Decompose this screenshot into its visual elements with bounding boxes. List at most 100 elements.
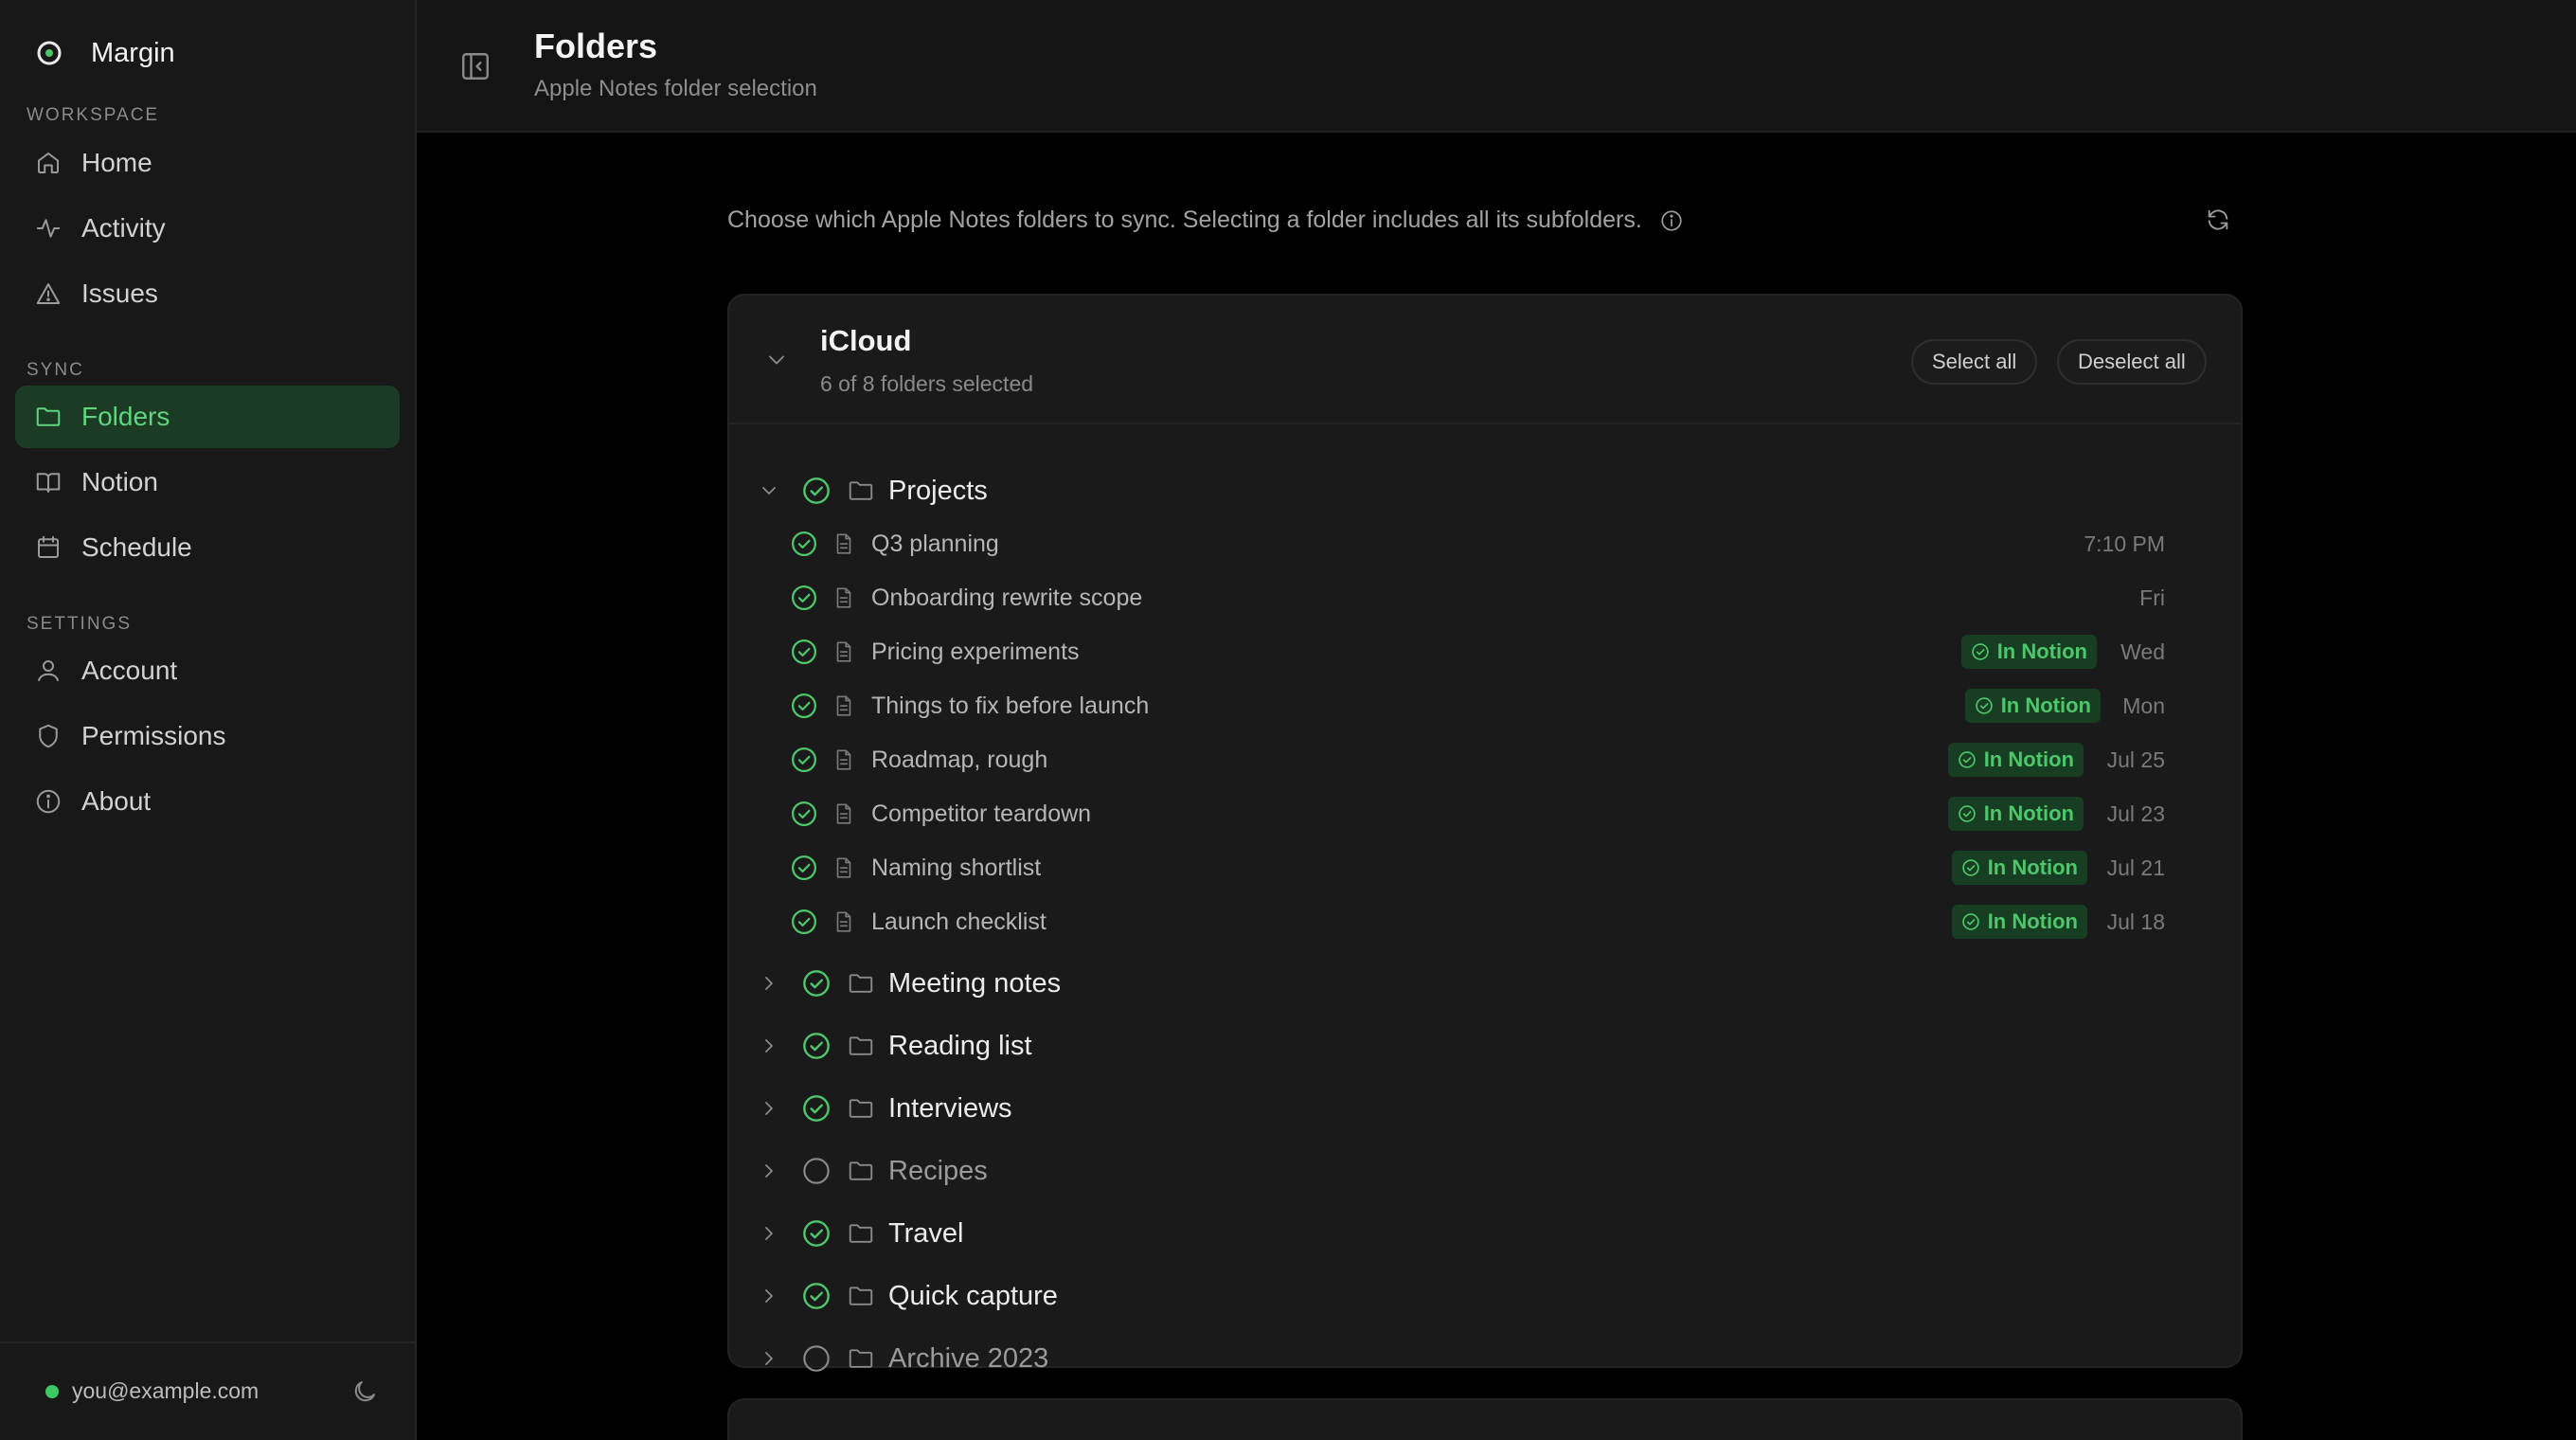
page-title: Folders [534, 27, 658, 65]
document-icon [836, 803, 851, 824]
note-title: Launch checklist [871, 908, 1046, 935]
intro-label: Choose which Apple Notes folders to sync… [727, 207, 1642, 233]
check-circle-icon[interactable] [790, 530, 818, 558]
folder-name: Reading list [888, 1030, 1032, 1061]
check-circle-icon[interactable] [801, 1281, 832, 1311]
folder-row-reading-list[interactable]: Reading list [729, 1019, 2241, 1072]
chevron-down-icon[interactable] [763, 347, 790, 373]
folder-name: Projects [888, 475, 988, 506]
folder-icon [849, 1099, 873, 1118]
folder-row-quick-capture[interactable]: Quick capture [729, 1269, 2241, 1323]
chevron-right-icon[interactable] [758, 1222, 780, 1245]
check-circle-icon[interactable] [790, 638, 818, 666]
check-circle-icon[interactable] [790, 584, 818, 612]
note-date: Jul 23 [2106, 801, 2165, 826]
page-header: Folders Apple Notes folder selection [417, 0, 2576, 133]
folder-icon [36, 407, 61, 426]
chevron-right-icon[interactable] [758, 1347, 780, 1370]
badge-label: In Notion [1996, 639, 2087, 663]
sidebar-toggle-icon[interactable] [458, 49, 492, 83]
note-date: Mon [2122, 693, 2165, 718]
sidebar-item-label: Notion [81, 467, 158, 496]
sidebar-item-home[interactable]: Home [15, 132, 400, 194]
chevron-right-icon[interactable] [758, 1160, 780, 1182]
note-date: Fri [2139, 585, 2165, 610]
folder-row-archive-2023[interactable]: Archive 2023 [729, 1332, 2241, 1385]
note-row[interactable]: Q3 planning 7:10 PM [729, 519, 2241, 568]
empty-circle-icon[interactable] [801, 1343, 832, 1374]
sidebar-item-about[interactable]: About [15, 770, 400, 833]
section-label-workspace: WORKSPACE [27, 105, 160, 125]
online-status-dot [45, 1385, 59, 1398]
check-circle-icon[interactable] [801, 1218, 832, 1249]
folder-row-travel[interactable]: Travel [729, 1207, 2241, 1260]
note-row[interactable]: Launch checklist In Notion Jul 18 [729, 897, 2241, 946]
chevron-right-icon[interactable] [758, 1035, 780, 1057]
folder-row-meeting-notes[interactable]: Meeting notes [729, 957, 2241, 1010]
refresh-icon[interactable] [2205, 207, 2231, 233]
folder-row-recipes[interactable]: Recipes [729, 1144, 2241, 1197]
badge-label: In Notion [1983, 801, 2074, 825]
sidebar-footer: you@example.com [0, 1341, 415, 1440]
folder-row-interviews[interactable]: Interviews [729, 1082, 2241, 1135]
page-subtitle: Apple Notes folder selection [534, 76, 817, 101]
margin-logo-icon [37, 41, 62, 65]
note-row[interactable]: Things to fix before launch In Notion Mo… [729, 681, 2241, 730]
sidebar-item-folders[interactable]: Folders [15, 386, 400, 448]
sidebar-item-schedule[interactable]: Schedule [15, 516, 400, 579]
check-circle-icon[interactable] [790, 800, 818, 828]
folder-row-projects[interactable]: Projects [729, 464, 2241, 517]
empty-circle-icon[interactable] [801, 1156, 832, 1186]
chevron-down-icon[interactable] [758, 479, 780, 502]
document-icon [836, 641, 851, 662]
sidebar-item-activity[interactable]: Activity [15, 197, 400, 260]
book-icon [36, 473, 61, 493]
folder-icon [849, 1036, 873, 1055]
note-row[interactable]: Competitor teardown In Notion Jul 23 [729, 789, 2241, 838]
folder-icon [849, 481, 873, 500]
select-all-button[interactable]: Select all [1911, 339, 2038, 385]
check-circle-icon[interactable] [790, 854, 818, 882]
folder-name: Interviews [888, 1092, 1012, 1124]
document-icon [836, 695, 851, 716]
sidebar-item-account[interactable]: Account [15, 639, 400, 702]
document-icon [836, 749, 851, 770]
chevron-right-icon[interactable] [758, 972, 780, 995]
user-email[interactable]: you@example.com [72, 1378, 259, 1404]
note-title: Q3 planning [871, 530, 999, 557]
check-circle-icon[interactable] [801, 968, 832, 999]
sidebar-item-notion[interactable]: Notion [15, 451, 400, 513]
check-circle-icon [1961, 859, 1979, 876]
sidebar-item-label: Account [81, 656, 178, 685]
note-title: Roadmap, rough [871, 746, 1048, 773]
note-row[interactable]: Pricing experiments In Notion Wed [729, 627, 2241, 676]
folder-name: Recipes [888, 1155, 988, 1186]
moon-icon[interactable] [350, 1377, 379, 1406]
note-row[interactable]: Naming shortlist In Notion Jul 21 [729, 843, 2241, 892]
check-circle-icon[interactable] [790, 746, 818, 774]
sidebar: Margin WORKSPACE Home Activity Issues SY… [0, 0, 417, 1440]
check-circle-icon[interactable] [801, 476, 832, 506]
chevron-right-icon[interactable] [758, 1097, 780, 1120]
check-circle-icon[interactable] [790, 908, 818, 936]
brand[interactable]: Margin [34, 34, 175, 72]
folder-icon [849, 1349, 873, 1368]
document-icon [836, 587, 851, 608]
note-date: Jul 21 [2106, 855, 2165, 880]
sidebar-item-issues[interactable]: Issues [15, 262, 400, 325]
in-notion-badge: In Notion [1947, 743, 2084, 777]
home-icon [38, 153, 59, 173]
check-circle-icon[interactable] [801, 1093, 832, 1124]
note-row[interactable]: Onboarding rewrite scope Fri [729, 573, 2241, 622]
user-icon [38, 660, 59, 681]
deselect-all-button[interactable]: Deselect all [2057, 339, 2207, 385]
info-icon[interactable] [1659, 208, 1684, 233]
document-icon [836, 857, 851, 878]
folder-icon [849, 1161, 873, 1180]
check-circle-icon[interactable] [790, 692, 818, 720]
sidebar-item-permissions[interactable]: Permissions [15, 705, 400, 767]
chevron-right-icon[interactable] [758, 1285, 780, 1307]
document-icon [836, 911, 851, 932]
check-circle-icon[interactable] [801, 1031, 832, 1061]
note-row[interactable]: Roadmap, rough In Notion Jul 25 [729, 735, 2241, 784]
